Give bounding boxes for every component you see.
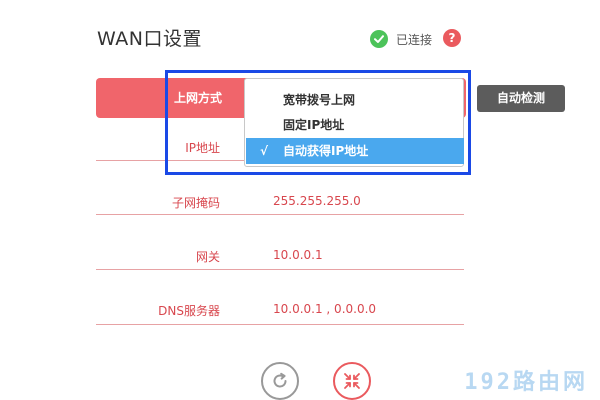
gateway-label: 网关 xyxy=(195,250,220,264)
dropdown-option-label: 自动获得IP地址 xyxy=(283,144,369,158)
cancel-button[interactable] xyxy=(333,362,371,400)
gateway-value[interactable]: 10.0.0.1 xyxy=(273,248,323,262)
subnet-mask-value[interactable]: 255.255.255.0 xyxy=(273,194,361,208)
dns-value[interactable]: 10.0.0.1 , 0.0.0.0 xyxy=(273,302,376,316)
watermark: 192路由网 xyxy=(464,370,588,395)
question-circle-icon[interactable]: ? xyxy=(443,29,461,47)
connection-status: 已连接 xyxy=(370,29,432,49)
status-text: 已连接 xyxy=(396,32,433,47)
row-divider xyxy=(96,324,464,325)
dropdown-option-pppoe[interactable]: 宽带拨号上网 xyxy=(246,87,464,113)
autodetect-button[interactable]: 自动检测 xyxy=(477,85,565,112)
connection-mode-label: 上网方式 xyxy=(173,91,222,105)
check-circle-icon xyxy=(370,30,388,48)
dropdown-option-static-ip[interactable]: 固定IP地址 xyxy=(246,112,464,138)
row-divider xyxy=(96,269,464,270)
dropdown-option-dhcp[interactable]: √ 自动获得IP地址 xyxy=(246,138,464,164)
page-title: WAN口设置 xyxy=(97,28,202,50)
row-divider xyxy=(96,214,464,215)
subnet-mask-label: 子网掩码 xyxy=(171,196,220,210)
collapse-arrows-icon xyxy=(344,373,360,389)
ip-label: IP地址 xyxy=(185,141,220,155)
checkmark-icon: √ xyxy=(260,144,269,158)
refresh-button[interactable] xyxy=(261,362,299,400)
dns-label: DNS服务器 xyxy=(158,304,220,318)
connection-mode-dropdown[interactable]: 宽带拨号上网 固定IP地址 √ 自动获得IP地址 xyxy=(244,78,464,167)
refresh-icon xyxy=(273,372,287,388)
